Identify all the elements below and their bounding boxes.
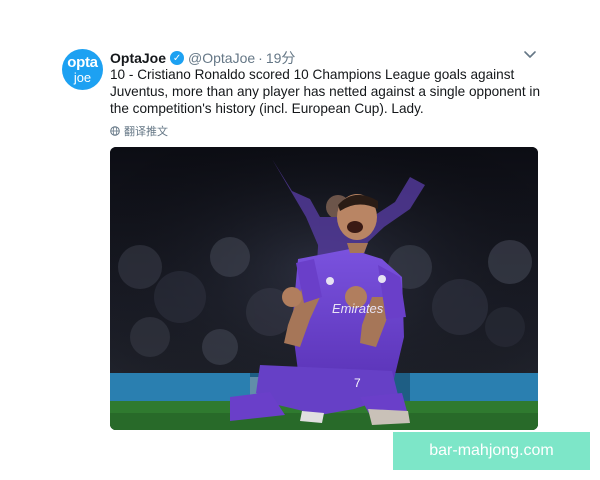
verified-badge-icon: ✓ (170, 51, 185, 65)
separator-dot: · (258, 50, 263, 66)
tweet-text: 10 - Cristiano Ronaldo scored 10 Champio… (110, 67, 541, 116)
chevron-down-icon[interactable] (522, 48, 538, 62)
tweet-photo[interactable]: Emirates 7 (110, 147, 538, 430)
translate-label: 翻译推文 (124, 126, 168, 138)
handle[interactable]: @OptaJoe (188, 50, 255, 66)
shorts-number-text: 7 (354, 376, 361, 390)
timestamp[interactable]: 19分 (266, 48, 296, 68)
player-celebration-image: Emirates 7 (110, 147, 538, 430)
avatar-text-top: opta (67, 54, 98, 71)
avatar[interactable]: opta joe (62, 49, 103, 90)
avatar-text-bottom: joe (73, 70, 92, 85)
globe-icon (110, 126, 120, 136)
translate-tweet-link[interactable]: 翻译推文 (110, 123, 168, 139)
jersey-sponsor-text: Emirates (332, 301, 384, 316)
tweet-header: OptaJoe ✓ @OptaJoe · 19分 (110, 48, 295, 68)
display-name[interactable]: OptaJoe (110, 50, 166, 66)
watermark-banner: bar-mahjong.com (393, 432, 590, 470)
